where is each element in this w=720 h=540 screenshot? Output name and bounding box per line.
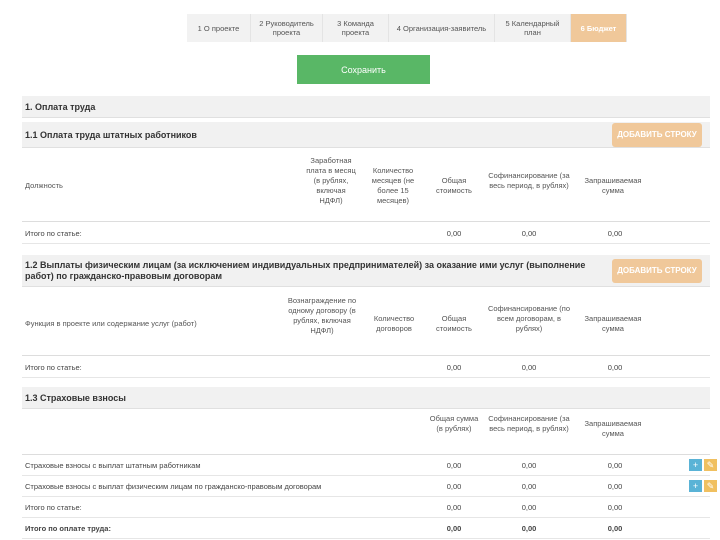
cell-value: 0,00 xyxy=(446,460,462,470)
total-label: Итого по статье: xyxy=(25,362,82,372)
total-row: Итого по статье: 0,00 0,00 0,00 xyxy=(22,497,710,518)
column-header: Общая стоимость xyxy=(436,314,472,333)
subsection-1-2-header: 1.2 Выплаты физическим лицам (за исключе… xyxy=(22,255,710,287)
wizard-tabs: 1 О проекте 2 Руководитель проекта 3 Ком… xyxy=(187,14,627,42)
subsection-1-1-header: 1.1 Оплата труда штатных работников ДОБА… xyxy=(22,122,710,148)
column-header: Заработная плата в месяц (в рублях, вклю… xyxy=(306,156,356,205)
table-header: Должность Заработная плата в месяц (в ру… xyxy=(22,150,710,222)
subsection-title: 1.3 Страховые взносы xyxy=(25,392,126,403)
cell-value: 0,00 xyxy=(446,481,462,491)
cell-value: 0,00 xyxy=(607,481,623,491)
plus-icon[interactable]: + xyxy=(689,459,702,471)
total-value: 0,00 xyxy=(521,362,537,372)
total-value: 0,00 xyxy=(446,228,462,238)
tab-about[interactable]: 1 О проекте xyxy=(187,14,251,42)
section-title: 1. Оплата труда xyxy=(22,96,710,118)
table-header: Общая сумма (в рублях) Софинансирование … xyxy=(22,411,710,455)
add-row-button[interactable]: ДОБАВИТЬ СТРОКУ xyxy=(612,258,702,283)
tab-calendar[interactable]: 5 Календарный план xyxy=(495,14,571,42)
table-header: Функция в проекте или содержание услуг (… xyxy=(22,292,710,356)
row-actions: + ✎ xyxy=(689,459,717,471)
total-value: 0,00 xyxy=(446,502,462,512)
subsection-1-3-header: 1.3 Страховые взносы xyxy=(22,387,710,409)
column-header: Софинансирование (за весь период, в рубл… xyxy=(488,414,570,433)
grand-total-value: 0,00 xyxy=(607,523,623,533)
total-value: 0,00 xyxy=(607,228,623,238)
pencil-icon[interactable]: ✎ xyxy=(704,480,717,492)
column-header: Софинансирование (по всем договорам, в р… xyxy=(487,304,571,333)
subsection-title: 1.2 Выплаты физическим лицам (за исключе… xyxy=(25,259,586,281)
total-value: 0,00 xyxy=(521,228,537,238)
column-header: Запрашиваемая сумма xyxy=(584,419,642,438)
grand-total-label: Итого по оплате труда: xyxy=(25,523,111,533)
cell-value: 0,00 xyxy=(607,460,623,470)
column-header: Должность xyxy=(25,181,63,190)
row-label: Страховые взносы с выплат штатным работн… xyxy=(25,460,201,470)
total-value: 0,00 xyxy=(521,502,537,512)
add-row-button[interactable]: ДОБАВИТЬ СТРОКУ xyxy=(612,122,702,147)
column-header: Общая стоимость xyxy=(436,176,472,195)
total-value: 0,00 xyxy=(446,362,462,372)
total-label: Итого по статье: xyxy=(25,228,82,238)
column-header: Количество договоров xyxy=(373,314,415,333)
pencil-icon[interactable]: ✎ xyxy=(704,459,717,471)
total-row: Итого по статье: 0,00 0,00 0,00 xyxy=(22,357,710,378)
total-value: 0,00 xyxy=(607,362,623,372)
grand-total-value: 0,00 xyxy=(521,523,537,533)
column-header: Запрашиваемая сумма xyxy=(584,314,642,333)
tab-leader[interactable]: 2 Руководитель проекта xyxy=(251,14,323,42)
column-header: Количество месяцев (не более 15 месяцев) xyxy=(371,166,415,205)
total-value: 0,00 xyxy=(607,502,623,512)
column-header: Функция в проекте или содержание услуг (… xyxy=(25,319,197,328)
total-row: Итого по статье: 0,00 0,00 0,00 xyxy=(22,223,710,244)
tab-team[interactable]: 3 Команда проекта xyxy=(323,14,389,42)
tab-budget[interactable]: 6 Бюджет xyxy=(571,14,627,42)
column-header: Общая сумма (в рублях) xyxy=(429,414,479,433)
total-label: Итого по статье: xyxy=(25,502,82,512)
tab-organization[interactable]: 4 Организация-заявитель xyxy=(389,14,495,42)
row-label: Страховые взносы с выплат физическим лиц… xyxy=(25,481,322,491)
subsection-title: 1.1 Оплата труда штатных работников xyxy=(25,129,197,140)
column-header: Софинансирование (за весь период, в рубл… xyxy=(488,171,570,190)
plus-icon[interactable]: + xyxy=(689,480,702,492)
column-header: Запрашиваемая сумма xyxy=(584,176,642,195)
grand-total-value: 0,00 xyxy=(446,523,462,533)
grand-total-row: Итого по оплате труда: 0,00 0,00 0,00 xyxy=(22,518,710,539)
table-row: Страховые взносы с выплат штатным работн… xyxy=(22,455,717,476)
row-actions: + ✎ xyxy=(689,480,717,492)
cell-value: 0,00 xyxy=(521,460,537,470)
cell-value: 0,00 xyxy=(521,481,537,491)
column-header: Вознаграждение по одному договору (в руб… xyxy=(287,296,357,335)
table-row: Страховые взносы с выплат физическим лиц… xyxy=(22,476,717,497)
save-button[interactable]: Сохранить xyxy=(297,55,430,84)
